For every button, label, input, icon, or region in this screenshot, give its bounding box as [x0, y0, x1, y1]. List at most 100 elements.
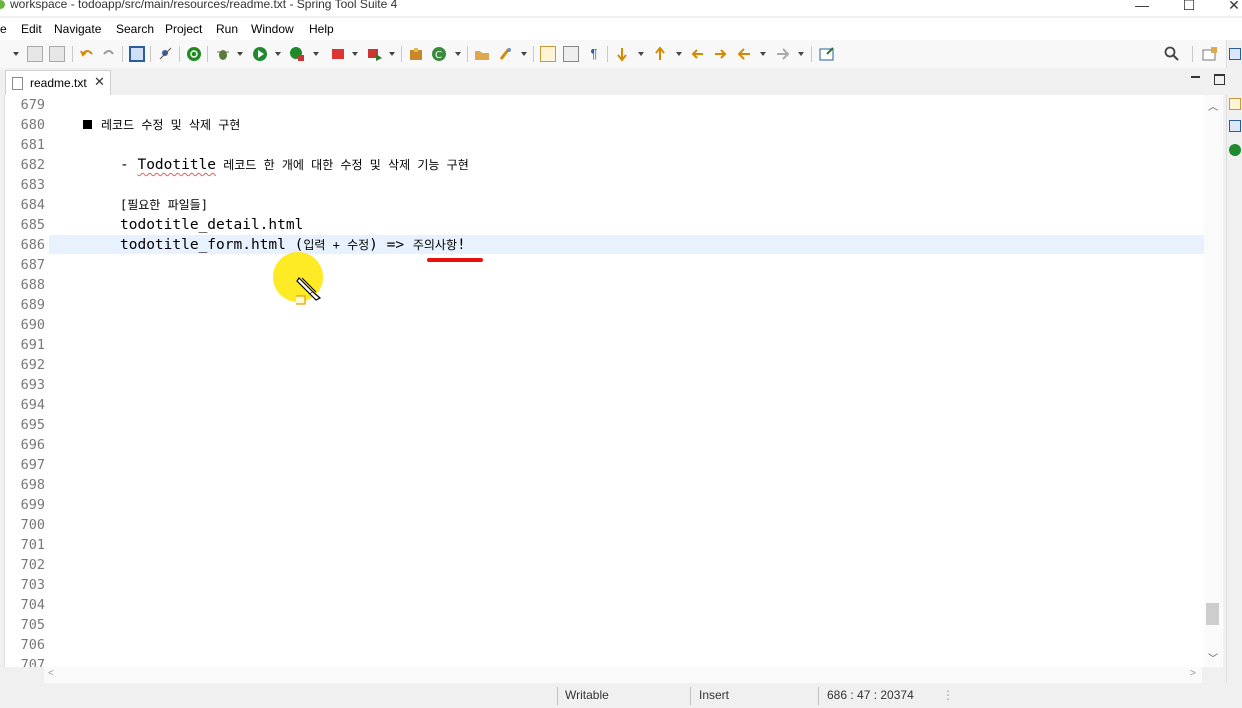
redo-icon[interactable]: [101, 46, 117, 62]
status-insert-mode[interactable]: Insert: [699, 688, 729, 702]
run-icon[interactable]: [252, 46, 268, 62]
line-number: 683: [20, 177, 45, 193]
save-all-icon[interactable]: [49, 46, 65, 62]
menu-run[interactable]: Run: [216, 22, 238, 36]
new-class-dropdown-icon[interactable]: [455, 52, 461, 56]
maximize-editor-icon[interactable]: [1214, 74, 1225, 85]
menu-project[interactable]: Project: [165, 22, 202, 36]
menu-file[interactable]: e: [0, 22, 7, 36]
line-number: 700: [20, 517, 45, 533]
menu-navigate[interactable]: Navigate: [54, 22, 101, 36]
tab-close-icon[interactable]: ✕: [94, 74, 105, 90]
debug-dropdown-icon[interactable]: [237, 52, 243, 56]
status-bar: Writable Insert 686 : 47 : 20374 ⋮: [0, 683, 1242, 708]
forward-icon[interactable]: [775, 46, 791, 62]
status-more-icon[interactable]: ⋮: [942, 688, 954, 702]
line-number: 681: [20, 137, 45, 153]
line-number: 682: [20, 157, 45, 173]
code-line-684: [필요한 파일들]: [120, 198, 208, 212]
scroll-right-icon[interactable]: >: [1190, 668, 1196, 679]
toggle-block-selection-icon[interactable]: [563, 46, 579, 62]
coverage-icon[interactable]: [289, 46, 305, 62]
svg-text:C: C: [435, 50, 442, 61]
new-class-icon[interactable]: C: [431, 46, 447, 62]
scrollbar-thumb[interactable]: [1206, 603, 1219, 625]
task-list-icon[interactable]: [1229, 120, 1241, 132]
scroll-left-icon[interactable]: <: [48, 668, 54, 679]
line-number: 695: [20, 417, 45, 433]
forward-dropdown-icon[interactable]: [798, 52, 804, 56]
menu-edit[interactable]: Edit: [21, 22, 42, 36]
code-line-685: todotitle_detail.html: [120, 217, 304, 233]
save-icon[interactable]: [27, 46, 43, 62]
maximize-button[interactable]: ☐: [1179, 0, 1199, 14]
next-annotation-dropdown-icon[interactable]: [638, 52, 644, 56]
last-edit-forward-icon[interactable]: [712, 46, 728, 62]
line-number: 684: [20, 197, 45, 213]
search-tool-icon[interactable]: [498, 46, 514, 62]
line-number: 689: [20, 297, 45, 313]
tab-readme[interactable]: readme.txt ✕: [5, 70, 111, 95]
debug-icon[interactable]: [215, 46, 231, 62]
line-number: 688: [20, 277, 45, 293]
show-whitespace-icon[interactable]: ¶: [586, 46, 602, 62]
main-toolbar: C ¶: [0, 40, 1242, 69]
text-cursor-pointer-icon: [296, 277, 322, 305]
line-number: 686: [20, 237, 45, 253]
tab-label: readme.txt: [30, 76, 87, 90]
minimize-button[interactable]: —: [1132, 0, 1152, 14]
vertical-scrollbar[interactable]: ︿ ﹀: [1204, 95, 1222, 667]
boot-dashboard-icon[interactable]: [186, 46, 202, 62]
horizontal-scrollbar[interactable]: < >: [44, 667, 1202, 683]
previous-annotation-dropdown-icon[interactable]: [676, 52, 682, 56]
dropdown-arrow-icon[interactable]: [13, 52, 19, 56]
external-tools-icon[interactable]: [367, 46, 383, 62]
line-number: 705: [20, 617, 45, 633]
editor-content[interactable]: 레코드 수정 및 삭제 구현 - Todotitle 레코드 한 개에 대한 수…: [49, 95, 1205, 667]
new-java-package-icon[interactable]: [408, 46, 424, 62]
menu-bar: e Edit Navigate Search Project Run Windo…: [0, 18, 1242, 40]
line-number: 687: [20, 257, 45, 273]
toggle-mark-occurrences-icon[interactable]: [540, 46, 556, 62]
close-window-button[interactable]: ✕: [1224, 0, 1242, 14]
red-annotation-underline: [427, 258, 483, 262]
open-type-icon[interactable]: [474, 46, 490, 62]
menu-window[interactable]: Window: [251, 22, 294, 36]
menu-help[interactable]: Help: [309, 22, 334, 36]
menu-search[interactable]: Search: [116, 22, 154, 36]
skip-breakpoints-icon[interactable]: [158, 46, 174, 62]
last-edit-icon[interactable]: [690, 46, 706, 62]
previous-annotation-icon[interactable]: [652, 46, 668, 62]
line-number: 701: [20, 537, 45, 553]
boot-dashboard-view-icon[interactable]: [1229, 144, 1241, 156]
search-tool-dropdown-icon[interactable]: [521, 52, 527, 56]
stop-icon[interactable]: [330, 46, 346, 62]
outline-view-icon[interactable]: [1229, 98, 1241, 110]
line-number: 680: [20, 117, 45, 133]
line-number: 707: [20, 657, 45, 667]
line-number: 696: [20, 437, 45, 453]
back-dropdown-icon[interactable]: [760, 52, 766, 56]
back-icon[interactable]: [736, 46, 752, 62]
pin-editor-icon[interactable]: [819, 46, 835, 62]
run-dropdown-icon[interactable]: [275, 52, 281, 56]
text-editor[interactable]: 679 680 681 682 683 684 685 686 687 688 689 690 691 6…: [4, 95, 1223, 667]
external-tools-dropdown-icon[interactable]: [389, 52, 395, 56]
minimize-editor-icon[interactable]: [1191, 76, 1200, 78]
line-number: 679: [20, 97, 45, 113]
terminal-icon[interactable]: [129, 46, 145, 62]
scroll-up-icon[interactable]: ︿: [1208, 98, 1218, 113]
search-icon[interactable]: [1164, 46, 1180, 62]
open-perspective-icon[interactable]: [1202, 46, 1218, 62]
line-number-ruler: 679 680 681 682 683 684 685 686 687 688 689 690 691 6…: [5, 95, 49, 667]
line-number: 690: [20, 317, 45, 333]
java-perspective-icon[interactable]: [1229, 48, 1241, 60]
line-number: 693: [20, 377, 45, 393]
coverage-dropdown-icon[interactable]: [313, 52, 319, 56]
scroll-down-icon[interactable]: ﹀: [1208, 650, 1218, 665]
undo-icon[interactable]: [79, 46, 95, 62]
right-trim-bar: [1226, 40, 1242, 690]
stop-dropdown-icon[interactable]: [352, 52, 358, 56]
line-number: 702: [20, 557, 45, 573]
next-annotation-icon[interactable]: [614, 46, 630, 62]
